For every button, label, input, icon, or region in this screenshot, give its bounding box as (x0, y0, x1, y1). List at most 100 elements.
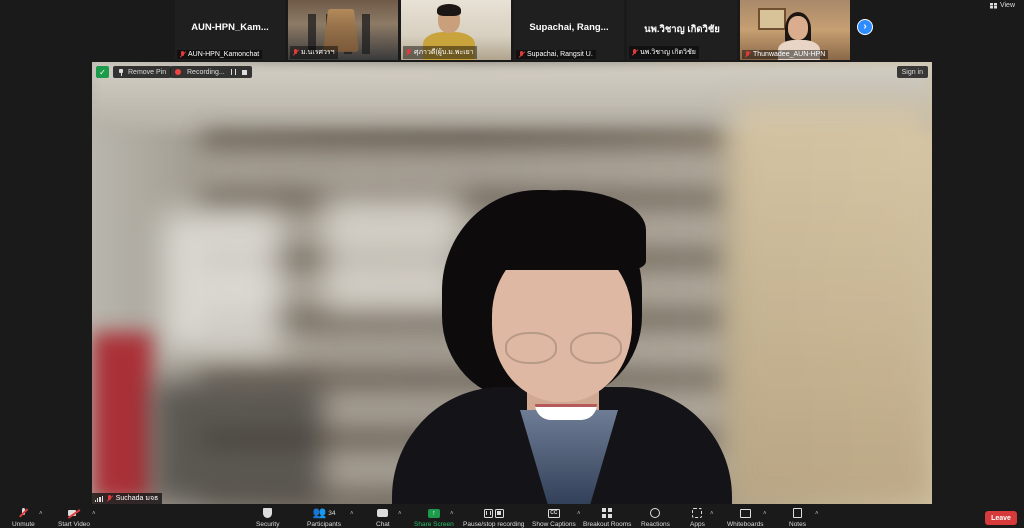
mic-muted-icon (106, 495, 113, 502)
show-captions-label: Show Captions (532, 521, 576, 528)
participant-display-name: AUN-HPN_Kam... (191, 22, 269, 33)
speaker-name: Suchada มจธ (115, 495, 159, 502)
wall-frame (758, 8, 786, 30)
participant-name: Supachai, Rangsit U. (527, 51, 593, 58)
next-page-button[interactable]: › (857, 19, 873, 35)
participants-label: Participants (307, 521, 341, 528)
participants-button[interactable]: 👥 34 Participants (307, 505, 341, 528)
video-options-chevron-up-icon[interactable]: ˄ (92, 511, 96, 517)
breakout-rooms-label: Breakout Rooms (583, 521, 632, 528)
participant-tile[interactable]: ม.นเรศวรฯ (288, 0, 398, 60)
whiteboard-icon (739, 508, 751, 518)
unmute-button[interactable]: Unmute (12, 505, 35, 528)
glasses-lens (505, 332, 557, 364)
start-video-button[interactable]: Start Video (58, 505, 90, 528)
reactions-label: Reactions (641, 521, 670, 528)
captions-icon: CC (547, 508, 560, 518)
share-screen-button[interactable]: ↑ Share Screen (414, 505, 454, 528)
apps-chevron-up-icon[interactable]: ˄ (710, 511, 714, 517)
security-label: Security (256, 521, 280, 528)
breakout-rooms-button[interactable]: Breakout Rooms (583, 505, 631, 528)
signal-strength-icon (95, 495, 103, 502)
sign-in-label: Sign in (901, 68, 923, 76)
share-screen-label: Share Screen (414, 521, 454, 528)
apps-icon (692, 508, 703, 518)
participant-tile[interactable]: Supachai, Rang... Supachai, Rangsit U. (514, 0, 624, 60)
sign-in-button[interactable]: Sign in (896, 66, 928, 78)
captions-chevron-up-icon[interactable]: ˄ (577, 511, 581, 517)
recording-controls-icon (483, 508, 504, 518)
participant-display-name: นพ.วิชาญ เกิดวิชัย (644, 24, 720, 35)
share-screen-icon: ↑ (427, 508, 440, 518)
check-icon: ✓ (99, 67, 106, 77)
stop-recording-icon[interactable] (241, 69, 247, 75)
remove-pin-button[interactable]: Remove Pin (113, 66, 172, 78)
mic-muted-icon (631, 49, 638, 56)
participant-strip: AUN-HPN_Kam... AUN-HPN_Kamonchat ม.นเรศว… (175, 0, 850, 60)
participant-label: AUN-HPN_Kamonchat (177, 50, 263, 59)
speaker-smile (535, 404, 597, 420)
notes-button[interactable]: Notes (789, 505, 806, 528)
participant-name: Thunwadee_AUN-HPN (753, 51, 826, 58)
view-button[interactable]: View (989, 2, 1015, 9)
participant-name: ศุภาวดี(ผู้บ.ม.พะเยา (414, 49, 474, 56)
security-button[interactable]: Security (256, 505, 279, 528)
participants-chevron-up-icon[interactable]: ˄ (350, 511, 354, 517)
mic-muted-icon (292, 49, 299, 56)
apps-button[interactable]: Apps (690, 505, 705, 528)
participant-name: นพ.วิชาญ เกิดวิชัย (640, 49, 696, 56)
pin-icon (118, 68, 124, 76)
pause-recording-icon[interactable] (230, 69, 236, 75)
zoom-meeting-window: AUN-HPN_Kam... AUN-HPN_Kamonchat ม.นเรศว… (0, 0, 1024, 528)
participant-tile[interactable]: AUN-HPN_Kam... AUN-HPN_Kamonchat (175, 0, 285, 60)
participant-label: ศุภาวดี(ผู้บ.ม.พะเยา (403, 46, 477, 59)
reactions-icon (650, 508, 661, 518)
speaker-person (392, 182, 732, 504)
notes-label: Notes (789, 521, 806, 528)
show-captions-button[interactable]: CC Show Captions (532, 505, 576, 528)
chat-chevron-up-icon[interactable]: ˄ (398, 511, 402, 517)
participants-count: 34 (328, 509, 336, 517)
encryption-shield-button[interactable]: ✓ (96, 66, 109, 78)
audio-options-chevron-up-icon[interactable]: ˄ (39, 511, 43, 517)
participants-icon: 👥 (312, 506, 327, 519)
share-chevron-up-icon[interactable]: ˄ (450, 511, 454, 517)
speaker-bangs (484, 190, 646, 270)
notes-chevron-up-icon[interactable]: ˄ (815, 511, 819, 517)
breakout-rooms-icon (602, 508, 613, 518)
unmute-label: Unmute (12, 521, 35, 528)
mic-muted-icon (179, 51, 186, 58)
view-label: View (999, 2, 1015, 9)
whiteboards-label: Whiteboards (727, 521, 764, 528)
video-background (162, 212, 282, 352)
participant-tile[interactable]: Thunwadee_AUN-HPN (740, 0, 850, 60)
participant-label: ม.นเรศวรฯ (290, 46, 338, 59)
participant-tile[interactable]: ศุภาวดี(ผู้บ.ม.พะเยา (401, 0, 511, 60)
participant-video-head (788, 16, 808, 40)
video-background (732, 102, 932, 504)
mic-muted-icon (405, 49, 412, 56)
leave-button[interactable]: Leave (985, 511, 1017, 525)
reactions-button[interactable]: Reactions (641, 505, 670, 528)
chat-button[interactable]: Chat (376, 505, 390, 528)
main-speaker-video[interactable] (92, 62, 932, 504)
pause-stop-recording-label: Pause/stop recording (463, 521, 525, 528)
video-off-icon (68, 509, 80, 517)
mic-muted-icon (744, 51, 751, 58)
apps-label: Apps (690, 521, 705, 528)
whiteboards-button[interactable]: Whiteboards (727, 505, 764, 528)
participant-tile[interactable]: นพ.วิชาญ เกิดวิชัย นพ.วิชาญ เกิดวิชัย (627, 0, 737, 60)
start-video-label: Start Video (58, 521, 91, 528)
participant-label: Thunwadee_AUN-HPN (742, 50, 829, 59)
whiteboards-chevron-up-icon[interactable]: ˄ (763, 511, 767, 517)
video-background (92, 332, 152, 502)
participant-name: AUN-HPN_Kamonchat (188, 51, 260, 58)
chat-label: Chat (376, 521, 390, 528)
participant-label: Supachai, Rangsit U. (516, 50, 596, 59)
gallery-view-icon (989, 2, 997, 9)
pause-stop-recording-button[interactable]: Pause/stop recording (463, 505, 524, 528)
chat-icon (377, 509, 389, 517)
chevron-right-icon: › (863, 21, 867, 32)
meeting-toolbar: Unmute ˄ Start Video ˄ Security 👥 34 Part… (0, 505, 1024, 528)
mic-off-icon (19, 508, 28, 518)
